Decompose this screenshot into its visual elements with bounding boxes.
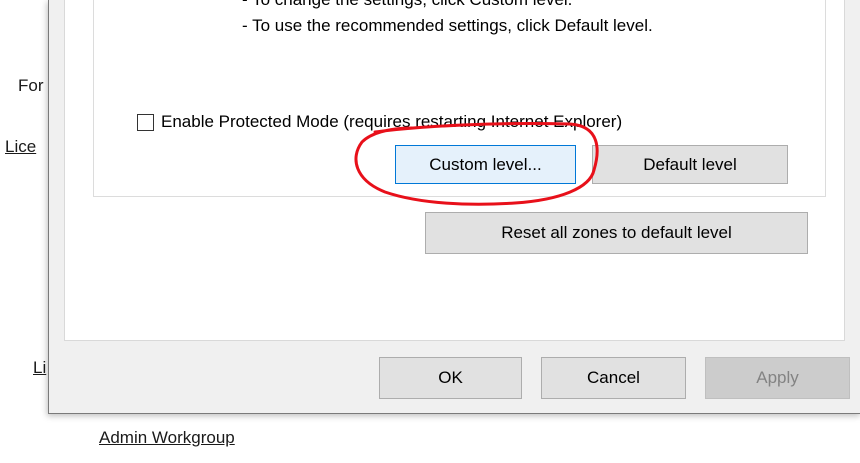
custom-level-hint: - To change the settings, click Custom l… [242, 0, 572, 10]
background-link-license[interactable]: Lice [5, 137, 36, 157]
default-level-button[interactable]: Default level [592, 145, 788, 184]
protected-mode-checkbox[interactable] [137, 113, 154, 131]
internet-options-dialog: - To change the settings, click Custom l… [48, 0, 860, 414]
default-level-hint: - To use the recommended settings, click… [242, 16, 653, 35]
cancel-button[interactable]: Cancel [541, 357, 686, 399]
ok-button[interactable]: OK [379, 357, 522, 399]
security-tab-panel: - To change the settings, click Custom l… [64, 0, 845, 341]
admin-workgroup-link[interactable]: Admin Workgroup [99, 428, 235, 448]
reset-all-zones-button[interactable]: Reset all zones to default level [425, 212, 808, 254]
protected-mode-label: Enable Protected Mode (requires restarti… [161, 112, 623, 131]
background-label-for: For [18, 76, 44, 95]
background-link-li[interactable]: Li [33, 358, 46, 378]
protected-mode-option[interactable]: Enable Protected Mode (requires restarti… [137, 112, 622, 132]
custom-level-button[interactable]: Custom level... [395, 145, 576, 184]
apply-button[interactable]: Apply [705, 357, 850, 399]
